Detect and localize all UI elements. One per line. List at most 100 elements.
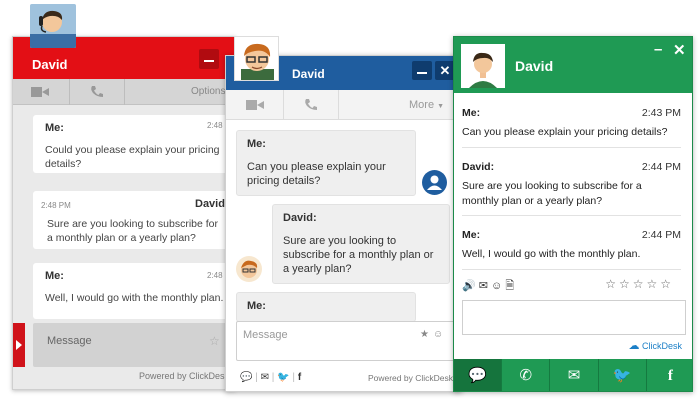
smiley-icon[interactable]: ☺ bbox=[491, 280, 502, 292]
red-input-row: Message ☆ bbox=[13, 323, 235, 367]
blue-video-call-button[interactable] bbox=[226, 90, 284, 120]
blue-chat-widget: David ✕ More ▼ Me: Can you please explai… bbox=[225, 55, 462, 392]
green-message-3: Me: 2:44 PM Well, I would go with the mo… bbox=[462, 228, 681, 262]
green-widget-header: David – ✕ bbox=[454, 37, 692, 93]
red-message-2: 2:48 PM David Sure are you looking to su… bbox=[33, 191, 235, 249]
call-tab[interactable]: ✆ bbox=[502, 359, 551, 391]
phone-icon bbox=[91, 86, 103, 97]
green-action-bar: 💬 ✆ ✉ 🐦 f bbox=[454, 359, 692, 391]
blue-powered-by: Powered by ClickDesk bbox=[367, 373, 453, 383]
red-message-3-text: Well, I would go with the monthly plan. bbox=[45, 292, 224, 304]
phone-icon bbox=[305, 99, 317, 110]
sound-icon[interactable]: 🔊 bbox=[462, 279, 476, 292]
chat-icon[interactable]: 💬 bbox=[240, 372, 252, 383]
green-close-button[interactable]: ✕ bbox=[673, 41, 686, 59]
red-options-menu[interactable]: Options bbox=[191, 86, 225, 97]
blue-phone-call-button[interactable] bbox=[284, 90, 339, 120]
red-toolbar: Options bbox=[13, 79, 235, 105]
video-icon bbox=[31, 87, 49, 97]
blue-message-2-text: Sure are you looking to subscribe for a … bbox=[283, 235, 434, 275]
red-message-placeholder: Message bbox=[47, 335, 92, 347]
email-tab[interactable]: ✉ bbox=[550, 359, 599, 391]
blue-message-2-sender: David: bbox=[283, 212, 317, 224]
green-message-3-text: Well, I would go with the monthly plan. bbox=[462, 248, 641, 260]
blue-message-1: Me: Can you please explain your pricing … bbox=[236, 130, 416, 196]
blue-message-2: David: Sure are you looking to subscribe… bbox=[272, 204, 450, 284]
green-minimize-button[interactable]: – bbox=[654, 41, 662, 58]
green-message-input[interactable] bbox=[462, 300, 686, 335]
green-message-2-time: 2:44 PM bbox=[641, 161, 681, 173]
red-message-2-sender: David bbox=[195, 198, 225, 210]
blue-footer: 💬 | ✉ | 🐦 | f Powered by ClickDesk bbox=[226, 366, 461, 390]
facebook-icon[interactable]: f bbox=[298, 372, 301, 383]
email-icon[interactable]: ✉ bbox=[261, 372, 269, 383]
green-message-1-time: 2:43 PM bbox=[641, 107, 681, 119]
red-chat-widget: David Options Me: 2:48 PM Could you plea… bbox=[12, 36, 236, 390]
red-footer: Powered by ClickDesk bbox=[138, 371, 229, 381]
blue-toolbar: More ▼ bbox=[226, 90, 461, 120]
red-message-input[interactable]: Message ☆ bbox=[33, 323, 235, 367]
red-agent-avatar bbox=[30, 4, 76, 48]
red-message-1-sender: Me: bbox=[45, 122, 64, 134]
user-icon bbox=[422, 170, 447, 195]
message-divider bbox=[462, 147, 681, 148]
green-chat-widget: David – ✕ Me: 2:43 PM Can you please exp… bbox=[453, 36, 693, 392]
red-expand-tab[interactable] bbox=[13, 323, 25, 367]
chat-tab[interactable]: 💬 bbox=[454, 359, 503, 391]
red-message-3: Me: 2:48 PM Well, I would go with the mo… bbox=[33, 263, 235, 319]
smiley-icon[interactable]: ☺ bbox=[433, 329, 443, 340]
facebook-icon: f bbox=[667, 368, 673, 384]
agent-avatar-illustration bbox=[461, 44, 505, 88]
blue-close-button[interactable]: ✕ bbox=[435, 61, 455, 80]
blue-message-3-sender: Me: bbox=[247, 300, 266, 312]
blue-more-menu[interactable]: More ▼ bbox=[409, 99, 444, 111]
clickdesk-logo: ☁ ClickDesk bbox=[628, 339, 682, 352]
blue-message-1-text: Can you please explain your pricing deta… bbox=[247, 161, 386, 187]
green-message-2: David: 2:44 PM Sure are you looking to s… bbox=[462, 160, 681, 209]
message-divider bbox=[462, 215, 681, 216]
blue-minimize-button[interactable] bbox=[412, 61, 432, 80]
green-brand-name: ClickDesk bbox=[641, 341, 682, 351]
green-agent-avatar bbox=[461, 44, 505, 88]
green-message-1-text: Can you please explain your pricing deta… bbox=[462, 126, 668, 138]
red-message-2-time: 2:48 PM bbox=[41, 201, 71, 210]
red-agent-name: David bbox=[32, 57, 68, 72]
blue-message-input[interactable]: Message ★ ☺ bbox=[236, 321, 455, 361]
phone-icon: ✆ bbox=[519, 367, 533, 384]
facebook-tab[interactable]: f bbox=[647, 359, 692, 391]
rating-stars[interactable]: ☆☆☆☆☆ bbox=[605, 277, 674, 291]
red-message-1-text: Could you please explain your pricing de… bbox=[45, 144, 220, 170]
red-phone-call-button[interactable] bbox=[70, 79, 125, 105]
red-message-2-text: Sure are you looking to subscribe for a … bbox=[47, 218, 219, 244]
green-agent-name: David bbox=[515, 58, 554, 74]
green-message-2-text: Sure are you looking to subscribe for a … bbox=[462, 180, 642, 207]
twitter-tab[interactable]: 🐦 bbox=[599, 359, 647, 391]
blue-footer-icons: 💬 | ✉ | 🐦 | f bbox=[240, 372, 302, 383]
email-icon[interactable]: ✉ bbox=[479, 279, 488, 292]
green-message-1: Me: 2:43 PM Can you please explain your … bbox=[462, 106, 681, 140]
file-icon[interactable]: 🗎 bbox=[505, 277, 514, 296]
star-icon[interactable]: ☆ bbox=[209, 334, 220, 348]
red-video-call-button[interactable] bbox=[13, 79, 70, 105]
blue-message-1-sender: Me: bbox=[247, 138, 266, 150]
chat-icon: 💬 bbox=[468, 367, 487, 384]
blue-agent-avatar bbox=[234, 36, 279, 81]
blue-message-3: Me: bbox=[236, 292, 416, 322]
star-icon[interactable]: ★ bbox=[420, 329, 429, 340]
red-message-1: Me: 2:48 PM Could you please explain you… bbox=[33, 115, 235, 173]
email-icon: ✉ bbox=[567, 367, 581, 384]
red-minimize-button[interactable] bbox=[199, 49, 219, 69]
cloud-icon: ☁ bbox=[628, 340, 640, 352]
twitter-icon: 🐦 bbox=[612, 367, 632, 384]
twitter-icon[interactable]: 🐦 bbox=[277, 372, 289, 383]
red-message-3-sender: Me: bbox=[45, 270, 64, 282]
blue-more-label: More bbox=[409, 99, 435, 111]
caret-down-icon: ▼ bbox=[437, 103, 445, 110]
agent-avatar-illustration bbox=[235, 37, 278, 80]
green-message-3-time: 2:44 PM bbox=[641, 229, 681, 241]
blue-message-placeholder: Message bbox=[243, 329, 288, 341]
agent-avatar-illustration bbox=[30, 4, 76, 48]
blue-agent-mini-avatar bbox=[236, 256, 262, 282]
blue-agent-name: David bbox=[292, 67, 325, 81]
message-divider bbox=[462, 269, 681, 270]
